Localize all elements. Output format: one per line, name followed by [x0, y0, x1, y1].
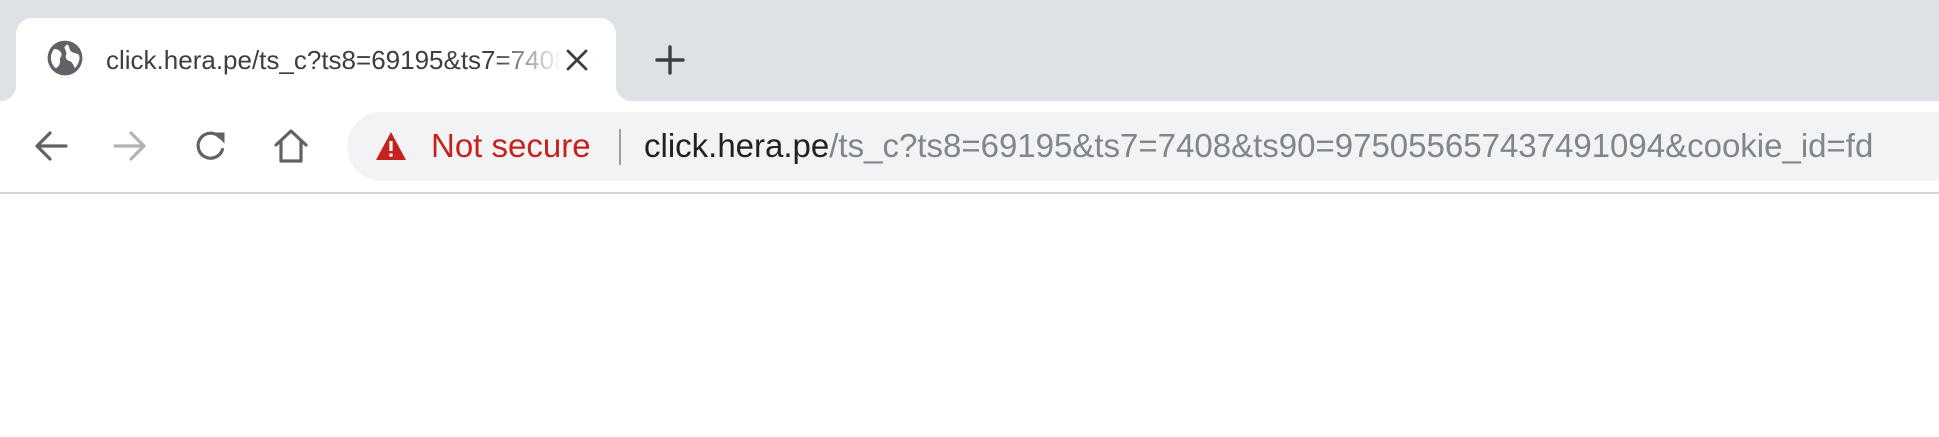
- globe-icon: [47, 40, 83, 76]
- home-icon: [274, 129, 308, 163]
- reload-button[interactable]: [186, 121, 236, 171]
- warning-triangle-icon: [376, 132, 406, 160]
- url-path: /ts_c?ts8=69195&ts7=7408&ts90=9750556574…: [829, 127, 1874, 164]
- tab-title: click.hera.pe/ts_c?ts8=69195&ts7=7408&ts…: [106, 45, 562, 75]
- back-button[interactable]: [26, 121, 76, 171]
- plus-icon: [655, 45, 685, 75]
- reload-icon: [196, 131, 225, 160]
- arrow-left-icon: [35, 131, 68, 161]
- close-icon: [566, 49, 588, 71]
- tab-close-button[interactable]: [561, 44, 593, 76]
- omnibox-divider: [619, 129, 621, 165]
- toolbar: Not secure click.hera.pe/ts_c?ts8=69195&…: [0, 101, 1939, 194]
- arrow-right-icon: [113, 131, 146, 161]
- page-content: [0, 194, 1939, 437]
- new-tab-button[interactable]: [648, 38, 692, 82]
- tab-strip: click.hera.pe/ts_c?ts8=69195&ts7=7408&ts…: [0, 0, 1939, 101]
- active-tab[interactable]: click.hera.pe/ts_c?ts8=69195&ts7=7408&ts…: [0, 18, 632, 101]
- url-host: click.hera.pe: [644, 127, 830, 164]
- forward-button[interactable]: [105, 121, 155, 171]
- url-text[interactable]: click.hera.pe/ts_c?ts8=69195&ts7=7408&ts…: [644, 126, 1873, 166]
- address-bar[interactable]: Not secure click.hera.pe/ts_c?ts8=69195&…: [347, 112, 1939, 181]
- browser-window: click.hera.pe/ts_c?ts8=69195&ts7=7408&ts…: [0, 0, 1939, 437]
- security-status-label[interactable]: Not secure: [431, 126, 591, 166]
- home-button[interactable]: [266, 121, 316, 171]
